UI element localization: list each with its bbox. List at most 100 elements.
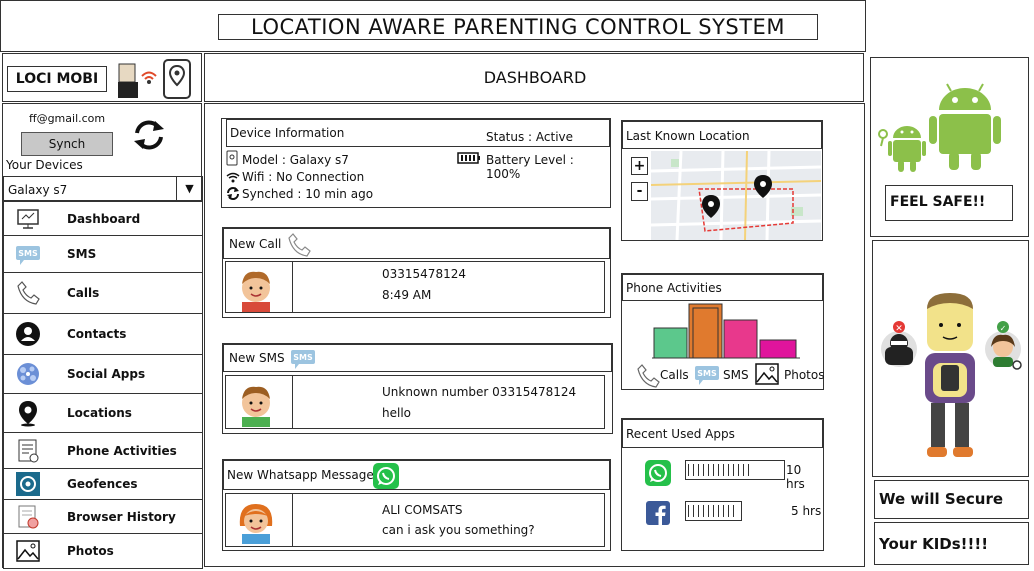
new-whatsapp-title: New Whatsapp Message	[227, 468, 374, 482]
zoom-out-button[interactable]: -	[631, 182, 648, 201]
sidebar-item-dashboard[interactable]: Dashboard	[3, 201, 203, 236]
sms-icon: SMS	[291, 350, 315, 369]
sidebar-item-label: Phone Activities	[67, 443, 177, 458]
boy-avatar-icon	[232, 264, 280, 312]
sms-entry[interactable]: Unknown number 03315478124 hello	[225, 375, 605, 429]
feel-safe-text: FEEL SAFE!!	[885, 185, 1013, 221]
new-call-title: New Call	[229, 237, 282, 251]
whatsapp-icon	[373, 463, 399, 489]
sidebar-item-geofences[interactable]: Geofences	[3, 468, 203, 500]
battery-icon	[457, 152, 480, 164]
sidebar-item-contacts[interactable]: Contacts	[3, 313, 203, 355]
activity-bar	[723, 319, 758, 359]
sidebar-item-photos[interactable]: Photos	[3, 533, 203, 569]
sync-status: Synched : 10 min ago	[242, 187, 374, 201]
sidebar-item-phone-activities[interactable]: Phone Activities	[3, 432, 203, 469]
sidebar-item-label: SMS	[67, 247, 97, 261]
location-map[interactable]	[651, 151, 821, 240]
contact-icon	[16, 322, 40, 346]
sidebar-item-social-apps[interactable]: Social Apps	[3, 354, 203, 394]
kids-text: Your KIDs!!!!	[874, 522, 1029, 565]
new-call-card: New Call 03315478124 8:49 AM	[222, 227, 611, 318]
last-location-title: Last Known Location	[626, 129, 750, 143]
device-info-card: Device Information Status : Active Model…	[221, 118, 611, 208]
legend-photos: Photos	[784, 368, 825, 382]
new-sms-card: New SMS SMS Unknown number 03315478124 h…	[222, 343, 613, 434]
legend-sms: SMS	[723, 368, 749, 382]
sms-message: hello	[382, 406, 411, 420]
legend-calls: Calls	[660, 368, 689, 382]
photo-icon	[16, 540, 40, 562]
sync-icon[interactable]	[131, 118, 167, 152]
last-location-card: Last Known Location + -	[621, 120, 823, 241]
device-info-title: Device Information	[230, 126, 345, 140]
device-model: Model : Galaxy s7	[242, 153, 349, 167]
facebook-icon	[646, 501, 670, 525]
sidebar-item-label: Dashboard	[67, 211, 141, 226]
boy-avatar-icon	[242, 386, 270, 427]
browser-history-icon	[18, 505, 39, 528]
new-whatsapp-card: New Whatsapp Message ALI COMSATS can i a…	[222, 459, 611, 551]
feel-safe-banner: FEEL SAFE!!	[870, 57, 1029, 237]
sidebar-item-label: Calls	[67, 286, 100, 300]
sidebar-item-label: Photos	[67, 544, 114, 558]
recent-apps-title: Recent Used Apps	[626, 427, 735, 441]
location-pin-icon	[19, 401, 37, 427]
usage-bar-facebook	[685, 501, 742, 521]
secure-text: We will Secure	[874, 480, 1029, 519]
divider	[292, 376, 293, 428]
sidebar-item-sms[interactable]: SMS SMS	[3, 235, 203, 273]
top-header: LOCATION AWARE PARENTING CONTROL SYSTEM	[0, 0, 866, 52]
svg-text:✕: ✕	[895, 324, 903, 334]
guardian-illustration: ✕ ✓	[881, 293, 1022, 457]
recent-apps-card: Recent Used Apps 10 hrs 5 hrs	[621, 418, 824, 551]
usage-whatsapp: 10 hrs	[786, 463, 805, 491]
monitor-icon	[17, 208, 39, 229]
svg-text:SMS: SMS	[697, 369, 717, 378]
girl-avatar-icon	[239, 504, 273, 544]
status-badge: Status : Active	[486, 130, 574, 144]
sidebar-item-browser-history[interactable]: Browser History	[3, 499, 203, 534]
call-time: 8:49 AM	[382, 288, 432, 302]
account-email: ff@gmail.com	[29, 112, 106, 125]
app-title: LOCATION AWARE PARENTING CONTROL SYSTEM	[218, 14, 818, 40]
whatsapp-entry[interactable]: ALI COMSATS can i ask you something?	[225, 493, 605, 547]
caller-number: 03315478124	[382, 267, 466, 281]
zoom-in-button[interactable]: +	[631, 157, 648, 175]
sidebar-item-label: Browser History	[67, 509, 176, 524]
phone-icon	[17, 281, 40, 305]
activity-bar	[759, 339, 797, 359]
whatsapp-sender: ALI COMSATS	[382, 503, 463, 517]
devices-label: Your Devices	[6, 158, 83, 172]
sidebar: ff@gmail.com Synch Your Devices Galaxy s…	[2, 103, 203, 569]
sync-small-icon	[227, 187, 239, 200]
sms-icon: SMS	[695, 366, 719, 385]
call-entry[interactable]: 03315478124 8:49 AM	[225, 261, 605, 313]
page-title: DASHBOARD	[483, 68, 587, 87]
android-icon	[878, 83, 1001, 172]
phone-activities-card: Phone Activities Calls SMS SMS Photos	[621, 273, 824, 390]
sidebar-item-label: Locations	[67, 406, 132, 420]
whatsapp-message: can i ask you something?	[382, 523, 535, 537]
usage-bar-fill	[688, 505, 735, 517]
synch-button[interactable]: Synch	[21, 132, 113, 156]
sidebar-item-calls[interactable]: Calls	[3, 272, 203, 314]
wifi-status: Wifi : No Connection	[242, 170, 365, 184]
brand-logo-icon	[118, 59, 191, 99]
phone-activities-title: Phone Activities	[626, 281, 722, 295]
whatsapp-icon	[645, 460, 671, 486]
sms-icon: SMS	[16, 246, 40, 265]
protection-illustration: ✕ ✓	[872, 240, 1029, 477]
activity-bar-chart	[652, 303, 800, 359]
svg-text:SMS: SMS	[293, 353, 313, 362]
sidebar-item-locations[interactable]: Locations	[3, 393, 203, 433]
sidebar-item-label: Geofences	[67, 477, 138, 491]
device-select[interactable]: Galaxy s7 ▼	[3, 176, 203, 201]
sidebar-item-label: Social Apps	[67, 367, 146, 381]
device-select-value: Galaxy s7	[8, 183, 68, 197]
svg-text:SMS: SMS	[18, 249, 38, 258]
usage-facebook: 5 hrs	[791, 504, 822, 518]
dropdown-arrow-icon[interactable]: ▼	[176, 177, 202, 200]
activity-bar	[688, 303, 723, 359]
activity-bar	[653, 327, 688, 359]
